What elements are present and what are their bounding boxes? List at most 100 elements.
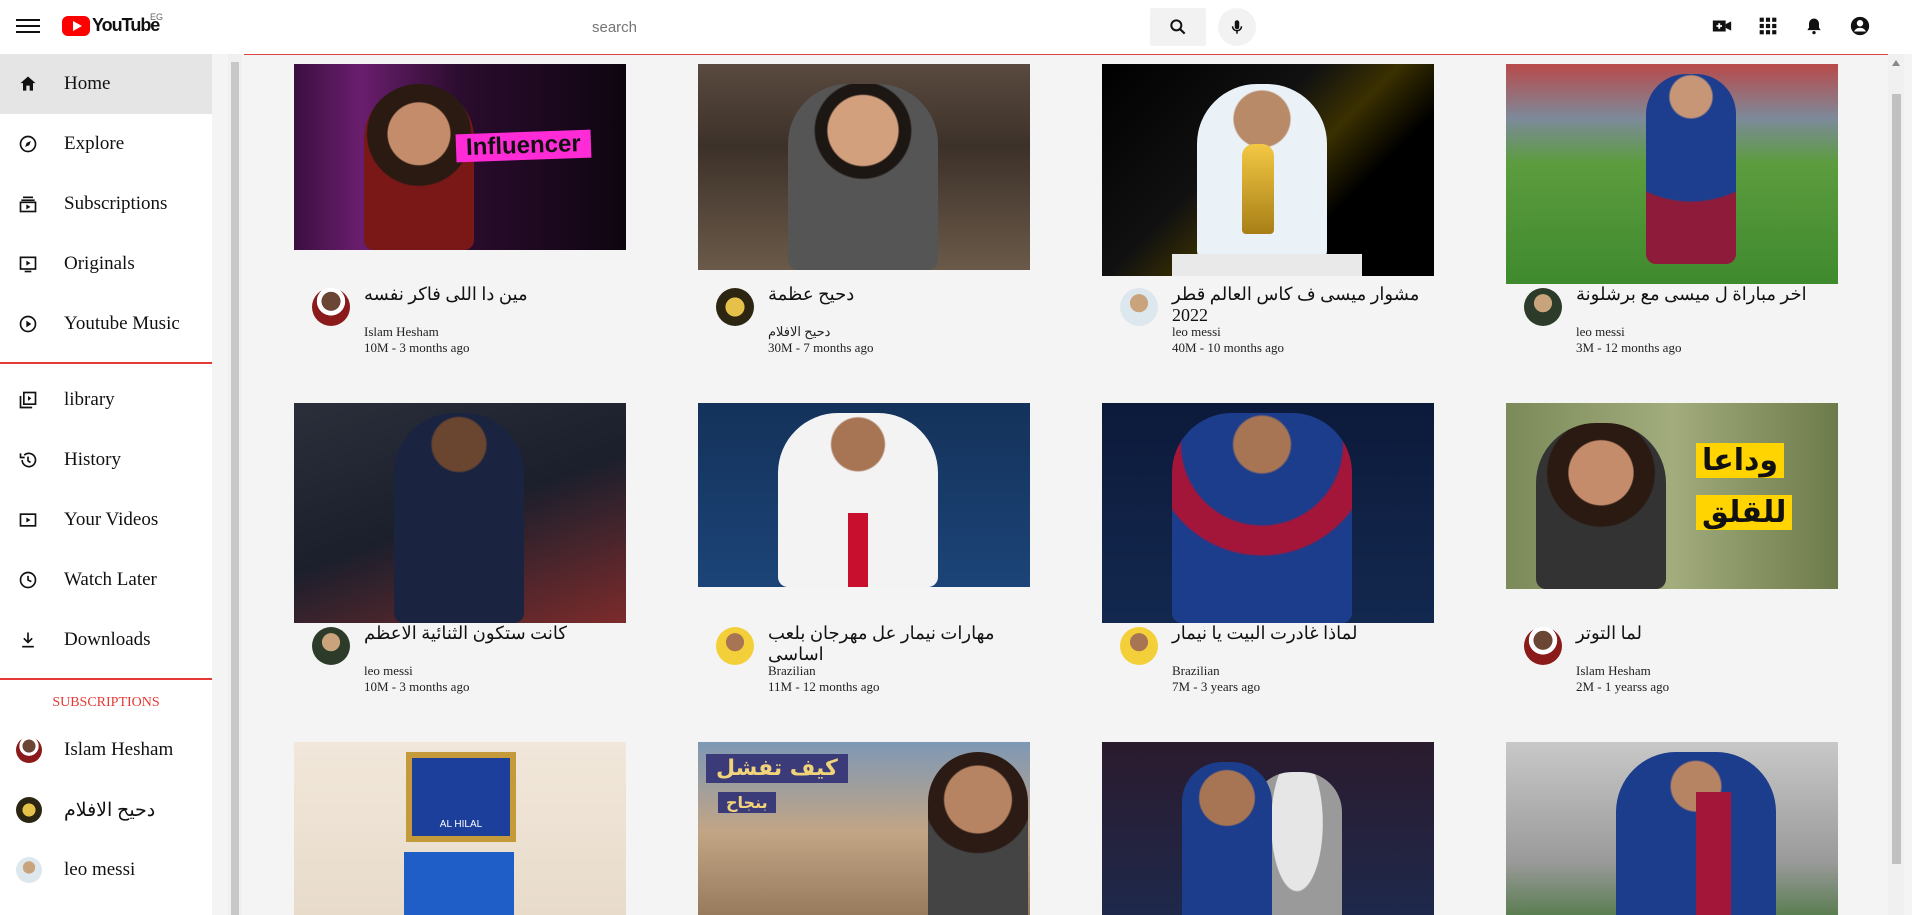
sidebar-item-your-videos[interactable]: Your Videos — [0, 490, 212, 550]
subscription-item[interactable]: leo messi — [0, 840, 212, 900]
video-thumbnail[interactable] — [1506, 64, 1838, 284]
channel-name[interactable]: leo messi — [364, 663, 413, 679]
video-thumbnail[interactable] — [698, 403, 1030, 587]
video-card[interactable]: كيف تفشل بنجاح — [698, 742, 1030, 915]
jersey — [1696, 792, 1766, 915]
channel-avatar[interactable] — [1120, 288, 1158, 326]
video-card[interactable]: مهارات نيمار عل مهرجان بلعب اساسى Brazil… — [698, 403, 1030, 694]
video-title[interactable]: مين دا اللى فاكر نفسه — [364, 284, 528, 305]
video-title[interactable]: لما التوتر — [1576, 623, 1642, 644]
search-icon — [1170, 19, 1186, 35]
channel-name[interactable]: Islam Hesham — [1576, 663, 1651, 679]
video-card[interactable]: AL HILAL — [294, 742, 626, 915]
video-card[interactable]: وداعا للقلق لما التوتر Islam Hesham 2M -… — [1506, 403, 1838, 694]
video-thumbnail[interactable] — [1102, 64, 1434, 276]
subscription-item[interactable]: Islam Hesham — [0, 720, 212, 780]
subscription-label: دحيح الافلام — [64, 799, 156, 821]
sidebar-item-explore[interactable]: Explore — [0, 114, 212, 174]
video-card[interactable] — [1506, 742, 1838, 915]
channel-avatar[interactable] — [1524, 627, 1562, 665]
video-card[interactable]: دحيح عظمة دحيح الافلام 30M - 7 months ag… — [698, 64, 1030, 355]
originals-icon — [16, 252, 40, 276]
player-silhouette — [1172, 413, 1352, 623]
hamburger-menu-icon[interactable] — [16, 16, 40, 36]
channel-name[interactable]: Brazilian — [768, 663, 816, 679]
create-video-icon[interactable] — [1710, 14, 1734, 38]
subscription-label: leo messi — [64, 859, 136, 880]
channel-avatar[interactable] — [312, 627, 350, 665]
top-bar: YouTube EG — [0, 0, 1912, 54]
music-icon — [16, 312, 40, 336]
video-title[interactable]: مهارات نيمار عل مهرجان بلعب اساسى — [768, 623, 1030, 665]
video-thumbnail[interactable] — [1506, 742, 1838, 915]
search-button[interactable] — [1150, 8, 1206, 46]
players-silhouette — [394, 413, 524, 623]
channel-name[interactable]: Brazilian — [1172, 663, 1220, 679]
channel-avatar — [16, 797, 42, 823]
video-stats: 2M - 1 yearss ago — [1576, 679, 1670, 694]
sidebar-scrollbar[interactable] — [228, 54, 242, 915]
subscription-item[interactable]: دحيح الافلام — [0, 780, 212, 840]
video-thumbnail[interactable]: Influencer — [294, 64, 626, 250]
thumbnail-caption: Influencer — [455, 129, 592, 163]
sidebar-item-label: Your Videos — [64, 509, 159, 530]
video-title[interactable]: مشوار ميسى ف كاس العالم قطر 2022 — [1172, 284, 1434, 326]
sidebar-item-subscriptions[interactable]: Subscriptions — [0, 174, 212, 234]
video-thumbnail[interactable]: وداعا للقلق — [1506, 403, 1838, 589]
channel-avatar[interactable] — [716, 627, 754, 665]
sidebar-item-downloads[interactable]: Downloads — [0, 610, 212, 670]
sidebar-item-history[interactable]: History — [0, 430, 212, 490]
notifications-bell-icon[interactable] — [1802, 14, 1826, 38]
scroll-up-arrow-icon[interactable] — [1892, 60, 1900, 66]
search-input[interactable] — [580, 8, 1150, 46]
channel-avatar[interactable] — [1120, 627, 1158, 665]
subscriptions-icon — [16, 192, 40, 216]
channel-avatar[interactable] — [1524, 288, 1562, 326]
sidebar-item-library[interactable]: library — [0, 370, 212, 430]
channel-avatar — [16, 857, 42, 883]
video-stats: 30M - 7 months ago — [768, 340, 874, 355]
video-title[interactable]: دحيح عظمة — [768, 284, 854, 305]
apps-grid-icon[interactable] — [1756, 14, 1780, 38]
video-title[interactable]: اخر مباراة ل ميسى مع برشلونة — [1576, 284, 1807, 305]
sidebar-item-home[interactable]: Home — [0, 54, 212, 114]
sidebar-item-label: Originals — [64, 253, 135, 274]
main-scroll-thumb[interactable] — [1892, 94, 1901, 864]
main-scrollbar[interactable] — [1888, 54, 1904, 915]
channel-name[interactable]: leo messi — [1172, 324, 1221, 340]
video-card[interactable]: اخر مباراة ل ميسى مع برشلونة leo messi 3… — [1506, 64, 1838, 355]
channel-name[interactable]: Islam Hesham — [364, 324, 439, 340]
sidebar-divider — [0, 678, 212, 680]
thumbnail-caption: وداعا — [1696, 443, 1785, 478]
sidebar-item-label: library — [64, 389, 115, 410]
sidebar-scroll-thumb[interactable] — [231, 62, 239, 915]
sidebar-item-originals[interactable]: Originals — [0, 234, 212, 294]
sidebar-item-label: History — [64, 449, 121, 470]
video-thumbnail[interactable] — [1102, 742, 1434, 915]
video-card[interactable]: لماذا غادرت البيت يا نيمار Brazilian 7M … — [1102, 403, 1434, 694]
sidebar-item-watch-later[interactable]: Watch Later — [0, 550, 212, 610]
channel-avatar[interactable] — [716, 288, 754, 326]
subscription-label: Islam Hesham — [64, 739, 174, 760]
video-thumbnail[interactable]: كيف تفشل بنجاح — [698, 742, 1030, 915]
channel-name[interactable]: دحيح الافلام — [768, 324, 830, 340]
video-stats: 10M - 3 months ago — [364, 679, 470, 694]
video-stats: 11M - 12 months ago — [768, 679, 880, 694]
video-title[interactable]: لماذا غادرت البيت يا نيمار — [1172, 623, 1357, 644]
youtube-logo[interactable]: YouTube EG — [62, 12, 163, 36]
channel-name[interactable]: leo messi — [1576, 324, 1625, 340]
clock-icon — [16, 568, 40, 592]
video-thumbnail[interactable]: AL HILAL — [294, 742, 626, 915]
channel-avatar[interactable] — [312, 288, 350, 326]
sidebar-item-youtube-music[interactable]: Youtube Music — [0, 294, 212, 354]
voice-search-button[interactable] — [1218, 8, 1256, 46]
video-card[interactable] — [1102, 742, 1434, 915]
video-card[interactable]: كانت ستكون الثنائية الاعظم leo messi 10M… — [294, 403, 626, 694]
video-card[interactable]: مشوار ميسى ف كاس العالم قطر 2022 leo mes… — [1102, 64, 1434, 355]
video-thumbnail[interactable] — [294, 403, 626, 623]
video-thumbnail[interactable] — [698, 64, 1030, 270]
video-title[interactable]: كانت ستكون الثنائية الاعظم — [364, 623, 567, 644]
account-avatar-icon[interactable] — [1848, 14, 1872, 38]
video-thumbnail[interactable] — [1102, 403, 1434, 623]
video-card[interactable]: Influencer مين دا اللى فاكر نفسه Islam H… — [294, 64, 626, 355]
